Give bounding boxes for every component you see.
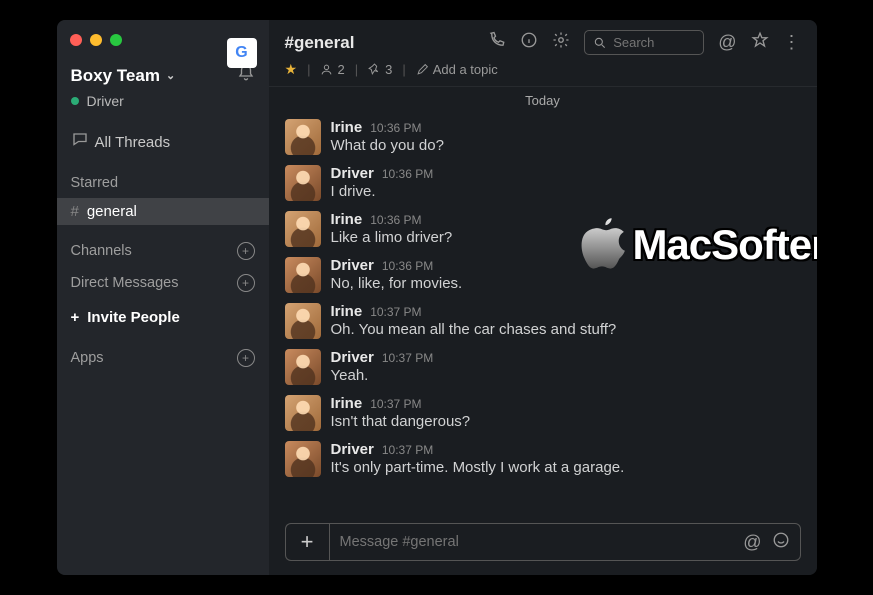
message-username[interactable]: Irine [331,395,363,412]
gear-icon[interactable] [552,31,570,54]
message-username[interactable]: Driver [331,349,374,366]
threads-icon [71,131,87,153]
starred-label: Starred [71,175,119,191]
mentions-icon[interactable]: @ [718,32,736,53]
emoji-button[interactable] [772,531,790,554]
message-composer: + @ [285,523,801,561]
add-app-button[interactable]: + [237,349,255,367]
avatar[interactable] [285,395,321,431]
message-timestamp: 10:36 PM [382,259,433,273]
invite-label: Invite People [87,309,180,326]
message-row: Irine 10:36 PM What do you do? [285,114,801,160]
call-icon[interactable] [488,31,506,54]
chevron-down-icon: ⌄ [166,69,175,82]
message-timestamp: 10:37 PM [382,443,433,457]
message-timestamp: 10:36 PM [370,121,421,135]
main-panel: #general @ ⋮ ★ | [269,20,817,575]
message-row: Driver 10:36 PM I drive. [285,160,801,206]
message-username[interactable]: Irine [331,211,363,228]
all-threads-label: All Threads [95,134,171,151]
message-username[interactable]: Irine [331,303,363,320]
star-icon[interactable] [751,31,769,54]
team-switcher[interactable]: Boxy Team ⌄ [71,66,176,86]
attach-button[interactable]: + [285,523,329,561]
channel-header: #general @ ⋮ ★ | [269,20,817,87]
close-window-button[interactable] [70,34,82,46]
starred-indicator-icon[interactable]: ★ [285,61,298,78]
message-row: Irine 10:36 PM Like a limo driver? [285,206,801,252]
apps-section-header[interactable]: Apps + [57,342,269,374]
pins-count[interactable]: 3 [368,62,392,77]
window-controls [70,34,122,46]
avatar[interactable] [285,257,321,293]
message-text: Like a limo driver? [331,229,801,246]
avatar[interactable] [285,211,321,247]
search-input[interactable] [613,35,683,50]
message-text: I drive. [331,183,801,200]
search-icon [593,36,607,50]
message-username[interactable]: Driver [331,165,374,182]
invite-people-link[interactable]: + Invite People [57,299,269,336]
avatar[interactable] [285,349,321,385]
team-name-label: Boxy Team [71,66,160,86]
plus-icon: + [71,309,80,326]
dm-section-header[interactable]: Direct Messages + [57,267,269,299]
message-text: Yeah. [331,367,801,384]
message-text: Oh. You mean all the car chases and stuf… [331,321,801,338]
minimize-window-button[interactable] [90,34,102,46]
mention-button[interactable]: @ [743,532,761,553]
message-timestamp: 10:37 PM [370,305,421,319]
translate-app-badge[interactable]: G [227,38,257,68]
message-row: Irine 10:37 PM Oh. You mean all the car ch… [285,298,801,344]
more-icon[interactable]: ⋮ [783,32,801,53]
message-text: Isn't that dangerous? [331,413,801,430]
message-row: Irine 10:37 PM Isn't that dangerous? [285,390,801,436]
message-text: No, like, for movies. [331,275,801,292]
presence-indicator [71,97,79,105]
message-row: Driver 10:37 PM It's only part-time. Mostl… [285,436,801,482]
message-text: It's only part-time. Mostly I work at a … [331,459,801,476]
channels-section-header[interactable]: Channels + [57,235,269,267]
message-input[interactable] [340,524,734,560]
add-topic-label: Add a topic [433,62,498,77]
apps-label: Apps [71,350,104,366]
message-username[interactable]: Driver [331,257,374,274]
message-row: Driver 10:36 PM No, like, for movies. [285,252,801,298]
avatar[interactable] [285,303,321,339]
add-topic-button[interactable]: Add a topic [416,62,498,77]
maximize-window-button[interactable] [110,34,122,46]
message-text: What do you do? [331,137,801,154]
add-dm-button[interactable]: + [237,274,255,292]
hash-icon: # [71,203,79,220]
message-timestamp: 10:37 PM [370,397,421,411]
message-username[interactable]: Irine [331,119,363,136]
avatar[interactable] [285,165,321,201]
channel-name: general [87,203,137,220]
channel-item-general[interactable]: # general [57,198,269,225]
members-count[interactable]: 2 [320,62,344,77]
message-timestamp: 10:36 PM [370,213,421,227]
search-box[interactable] [584,30,704,55]
avatar[interactable] [285,441,321,477]
message-timestamp: 10:37 PM [382,351,433,365]
message-username[interactable]: Driver [331,441,374,458]
current-user-name: Driver [87,93,124,109]
starred-section-header[interactable]: Starred [57,163,269,198]
dm-label: Direct Messages [71,275,179,291]
current-user-row[interactable]: Driver [57,93,269,121]
sidebar: G Boxy Team ⌄ Driver All Threads Starred… [57,20,269,575]
channel-title[interactable]: #general [285,33,355,53]
add-channel-button[interactable]: + [237,242,255,260]
message-timestamp: 10:36 PM [382,167,433,181]
message-list[interactable]: MacSofter Irine10:36 PMWhat do you do?Dr… [269,110,817,513]
info-icon[interactable] [520,31,538,54]
avatar[interactable] [285,119,321,155]
app-window: G Boxy Team ⌄ Driver All Threads Starred… [57,20,817,575]
message-row: Driver 10:37 PM Yeah. [285,344,801,390]
all-threads-link[interactable]: All Threads [57,121,269,163]
channels-label: Channels [71,243,132,259]
date-divider: Today [269,87,817,110]
